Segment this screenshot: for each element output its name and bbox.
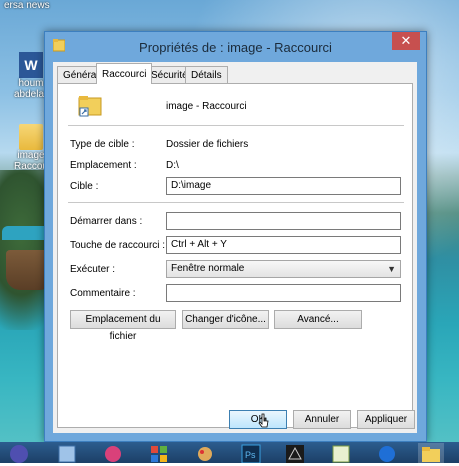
tab-label: Sécurité [151,70,188,81]
desktop-icon-label: houm abdelaz [14,78,50,100]
target-label: Cible : [70,181,99,192]
location-value: D:\ [166,160,179,171]
target-type-value: Dossier de fichiers [166,139,249,150]
close-button[interactable]: ✕ [392,32,420,50]
mouse-cursor-icon [258,413,269,428]
app-icon[interactable] [100,443,126,463]
window-client-area: Général Raccourci Sécurité Détails image… [53,62,417,433]
desktop-icon-image-shortcut[interactable]: image Raccou [14,124,48,172]
notepadpp-icon[interactable] [328,443,354,463]
folder-shortcut-icon [19,124,43,150]
folder-icon [78,96,102,117]
3dsmax-icon[interactable] [282,443,308,463]
tab-label: Raccourci [102,69,147,80]
separator [68,125,404,126]
advanced-button[interactable]: Avancé... [274,310,362,329]
target-field[interactable]: D:\image [166,177,401,195]
start-in-label: Démarrer dans : [70,216,143,227]
window-title: Propriétés de : image - Raccourci [139,40,332,55]
comment-label: Commentaire : [70,288,136,299]
browser-icon[interactable] [6,443,32,463]
start-in-field[interactable] [166,212,401,230]
photoshop-icon[interactable]: Ps [238,443,264,464]
cancel-button[interactable]: Annuler [293,410,351,429]
apply-button[interactable]: Appliquer [357,410,415,429]
close-icon: ✕ [400,33,412,48]
run-select-value: Fenêtre normale [171,263,245,274]
tab-label: Détails [191,70,222,81]
desktop-icon-label: image Raccou [14,150,48,172]
comment-field[interactable] [166,284,401,302]
teamviewer-icon[interactable] [374,443,400,463]
run-select[interactable]: Fenêtre normale ▼ [166,260,401,278]
tab-shortcut[interactable]: Raccourci [96,63,153,84]
word-document-icon: W [19,52,43,78]
taskbar: Ps [0,442,459,464]
open-file-location-button[interactable]: Emplacement du fichier [70,310,176,342]
tab-details[interactable]: Détails [185,66,228,83]
shortcut-tab-panel: image - Raccourci Type de cible : Dossie… [57,83,413,428]
separator [68,202,404,203]
virtualbox-icon[interactable] [54,443,80,463]
shortcut-name: image - Raccourci [166,101,247,112]
window-titlebar[interactable]: Propriétés de : image - Raccourci ✕ [45,32,426,62]
location-label: Emplacement : [70,160,137,171]
svg-text:Ps: Ps [245,450,256,460]
desktop-icon-word-document[interactable]: W houm abdelaz [14,52,50,100]
hotkey-label: Touche de raccourci : [70,240,166,251]
desktop-news-label: ersa news [4,0,50,11]
properties-window: Propriétés de : image - Raccourci ✕ Géné… [44,31,427,442]
file-explorer-icon[interactable] [418,443,444,463]
windows-store-icon[interactable] [146,443,172,463]
paint-icon[interactable] [192,443,218,463]
tab-label: Général [63,70,99,81]
hotkey-field[interactable]: Ctrl + Alt + Y [166,236,401,254]
run-label: Exécuter : [70,264,116,275]
change-icon-button[interactable]: Changer d'icône... [182,310,269,329]
target-type-label: Type de cible : [70,139,135,150]
chevron-down-icon: ▼ [387,264,396,274]
